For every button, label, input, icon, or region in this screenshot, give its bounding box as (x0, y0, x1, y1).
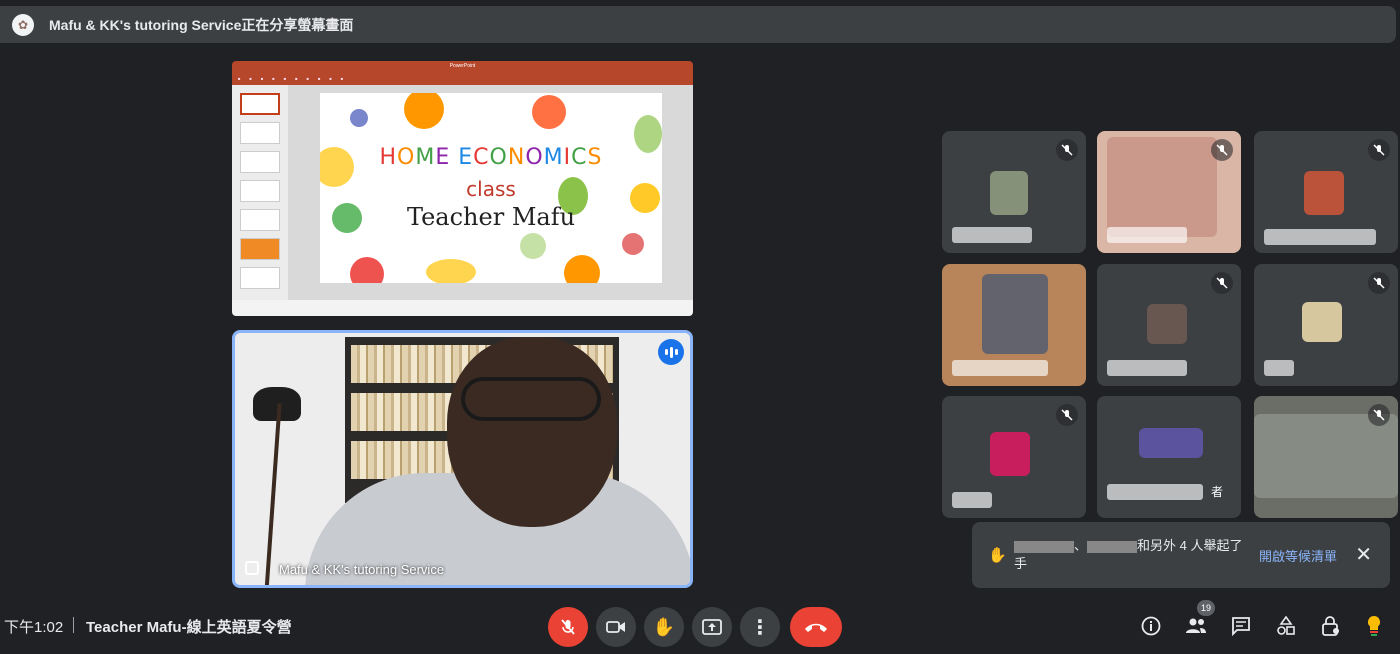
mic-off-icon (1211, 139, 1233, 161)
ppt-ribbon: ■ ■ ■ ■ ■ ■ ■ ■ ■ ■ (232, 71, 693, 85)
hand-icon: ✋ (652, 616, 676, 637)
mic-off-icon (1368, 272, 1390, 294)
presenter-tile[interactable]: Mafu & KK's tutoring Service (232, 330, 693, 588)
lightbulb-icon (1367, 615, 1381, 636)
slide-thumbnail (240, 122, 280, 144)
participant-tile[interactable]: 者 (1097, 396, 1241, 518)
speaking-indicator-icon (658, 339, 684, 365)
participant-tile[interactable] (1097, 131, 1241, 253)
meeting-info-button[interactable] (1139, 614, 1163, 638)
hand-icon: ✋ (988, 547, 1007, 564)
host-controls-button[interactable] (1319, 614, 1343, 638)
raised-hands-notification: ✋ 、和另外 4 人舉起了手 開啟等候清單 ✕ (972, 522, 1390, 588)
participant-tile[interactable] (942, 396, 1086, 518)
host-avatar: ✿ (12, 13, 34, 36)
shapes-icon (1277, 616, 1295, 635)
presenter-name: Mafu & KK's tutoring Service (279, 562, 445, 577)
mic-off-icon (1056, 139, 1078, 161)
more-vert-icon: ⋮ (750, 616, 770, 639)
pin-icon[interactable] (245, 561, 259, 575)
participant-name: 者 (1211, 485, 1224, 499)
lock-person-icon (1322, 616, 1339, 636)
slide-title-letter: N (507, 145, 526, 170)
participants-count-badge: 19 (1197, 600, 1215, 616)
participant-tile[interactable] (1254, 264, 1398, 386)
current-slide: HOME ECONOMICS class Teacher Mafu (320, 93, 662, 283)
participant-tile[interactable] (1254, 396, 1398, 518)
slide-thumbnail (240, 151, 280, 173)
raise-hand-button[interactable]: ✋ (644, 607, 684, 647)
slide-title-letter: O (397, 145, 416, 170)
ppt-workspace: HOME ECONOMICS class Teacher Mafu (232, 85, 693, 300)
mic-off-icon (561, 619, 575, 635)
microphone-button[interactable] (548, 607, 588, 647)
open-queue-link[interactable]: 開啟等候清單 (1259, 546, 1337, 565)
slide-title-letter: M (415, 145, 436, 170)
slide-title-letter: M (543, 145, 564, 170)
presenter-glasses (461, 377, 601, 421)
slide-title-letter: C (571, 145, 588, 170)
banana-fruit (426, 259, 476, 283)
chat-button[interactable] (1229, 614, 1253, 638)
more-options-button[interactable]: ⋮ (740, 607, 780, 647)
lime-fruit (520, 233, 546, 259)
activities-button[interactable] (1274, 614, 1298, 638)
strawberry-fruit (350, 257, 384, 283)
slide-thumbnail (240, 209, 280, 231)
camera-button[interactable] (596, 607, 636, 647)
slide-thumbnail (240, 238, 280, 260)
slide-title: HOME ECONOMICS (320, 145, 662, 170)
meeting-title: Teacher Mafu-線上英語夏令營 (86, 619, 292, 636)
clock: 下午1:02 (4, 619, 64, 636)
participant-tile[interactable] (1097, 264, 1241, 386)
companion-button[interactable] (1362, 614, 1386, 638)
participants-button[interactable] (1184, 614, 1208, 638)
slide-title-letter: S (587, 145, 603, 170)
present-button[interactable] (692, 607, 732, 647)
mic-off-icon (1368, 139, 1390, 161)
screen-share-banner: ✿ Mafu & KK's tutoring Service正在分享螢幕畫面 (0, 6, 1396, 43)
watermelon-fruit (532, 95, 566, 129)
participant-tile[interactable] (942, 264, 1086, 386)
presenter-face (447, 337, 617, 527)
orange-fruit (404, 93, 444, 129)
slide-thumbnail (240, 267, 280, 289)
banner-text: Mafu & KK's tutoring Service正在分享螢幕畫面 (49, 16, 354, 33)
slide-thumbnail (240, 180, 280, 202)
raised-hands-text: 、和另外 4 人舉起了手 (1014, 538, 1243, 571)
ppt-title-bar: PowerPoint (232, 61, 693, 71)
slide-title-letter: O (525, 145, 544, 170)
hang-up-button[interactable] (790, 607, 842, 647)
call-end-icon (805, 623, 827, 632)
participant-tile[interactable] (1254, 131, 1398, 253)
camera-icon (606, 621, 625, 633)
orange-fruit (564, 255, 600, 283)
present-screen-icon (702, 619, 722, 635)
berry-fruit (350, 109, 368, 127)
close-icon[interactable]: ✕ (1355, 542, 1372, 567)
chat-icon (1232, 617, 1250, 636)
slide-thumbnail (240, 93, 280, 115)
mic-off-icon (1211, 272, 1233, 294)
slide-title-letter: E (458, 145, 474, 170)
slide-title-letter: C (473, 145, 490, 170)
slide-thumbnails (232, 85, 288, 300)
people-icon (1186, 618, 1206, 633)
cherry-fruit (622, 233, 644, 255)
divider (73, 617, 74, 633)
slide-teacher-name: Teacher Mafu (406, 203, 576, 231)
ppt-status-bar (232, 300, 693, 316)
mic-off-icon (1056, 404, 1078, 426)
slide-subtitle: class (466, 177, 516, 201)
participant-tile[interactable] (942, 131, 1086, 253)
slide-title-letter: E (435, 145, 451, 170)
slide-title-letter: O (489, 145, 508, 170)
mic-off-icon (1368, 404, 1390, 426)
slide-title-letter: H (379, 145, 398, 170)
shared-screen[interactable]: PowerPoint ■ ■ ■ ■ ■ ■ ■ ■ ■ ■ HOME ECON… (232, 61, 693, 316)
info-icon (1141, 616, 1161, 636)
